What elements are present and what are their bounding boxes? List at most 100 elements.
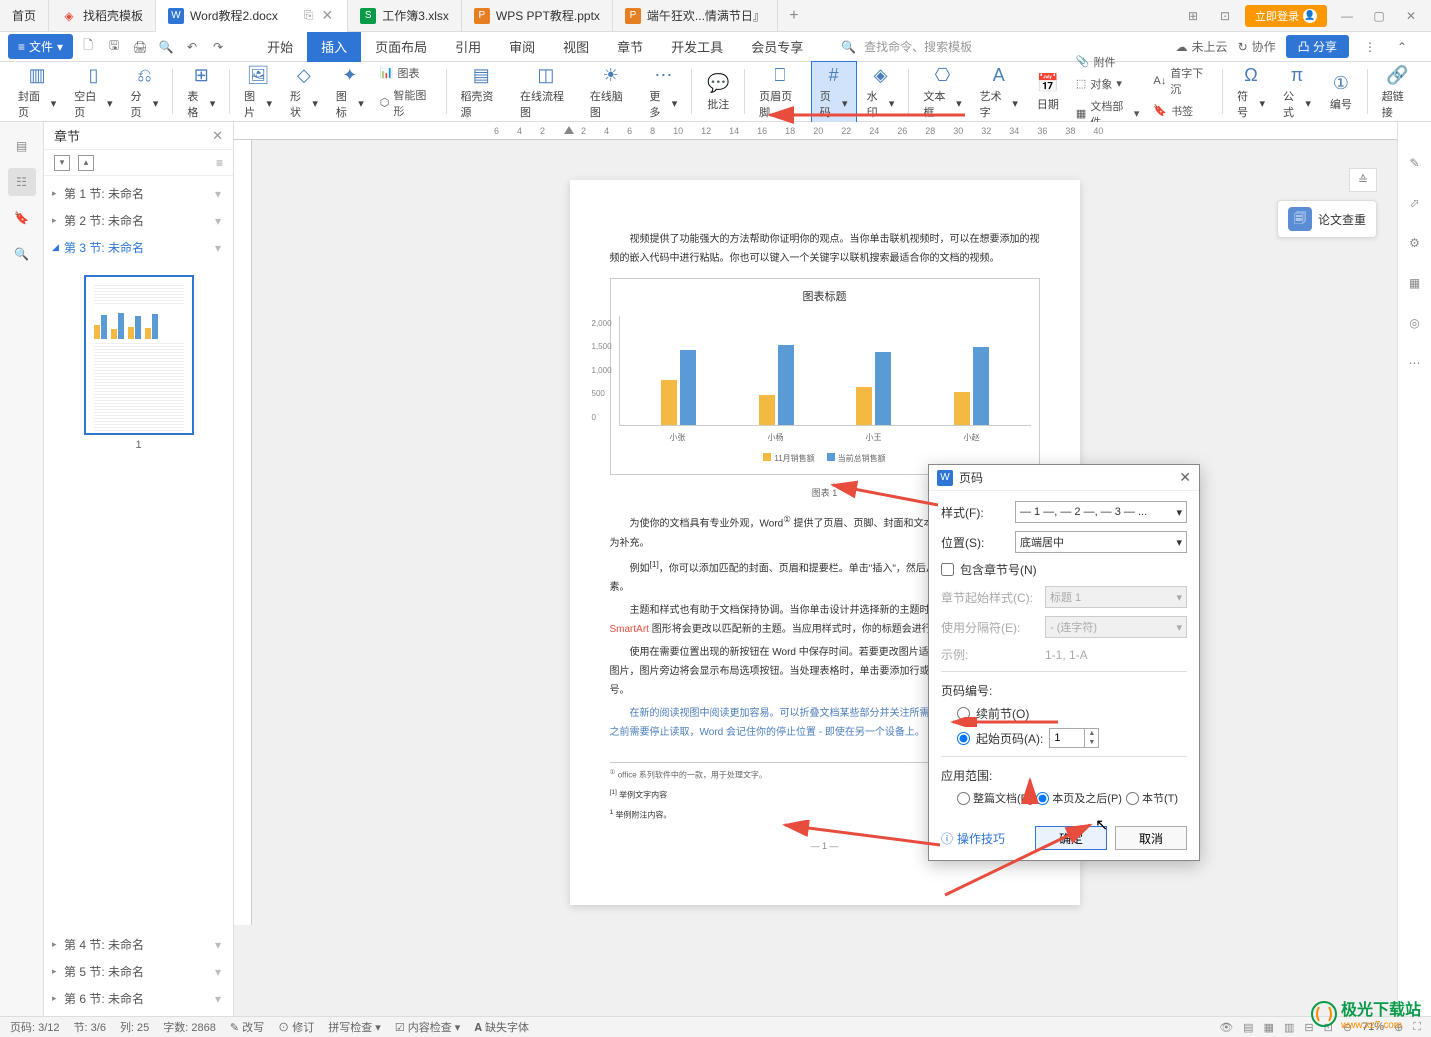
tab-xlsx[interactable]: S工作簿3.xlsx	[348, 0, 462, 32]
menu-dev[interactable]: 开发工具	[657, 32, 737, 62]
table-button[interactable]: ⊞表格▾	[179, 62, 223, 122]
view-web-icon[interactable]: ▦	[1264, 1021, 1274, 1034]
maximize-icon[interactable]: ▢	[1367, 4, 1391, 28]
tab-daoketemplate[interactable]: ◈找稻壳模板	[49, 0, 156, 32]
search-rail-icon[interactable]: 🔍	[8, 240, 36, 268]
tab-home[interactable]: 首页	[0, 0, 49, 32]
menu-review[interactable]: 审阅	[495, 32, 549, 62]
collapse-float-icon[interactable]: ≙	[1349, 168, 1377, 192]
ok-button[interactable]: 确定	[1035, 826, 1107, 850]
section-5[interactable]: ▸第 5 节: 未命名▾	[44, 958, 233, 985]
view-outline-icon[interactable]: ▥	[1284, 1021, 1294, 1034]
login-button[interactable]: 立即登录👤	[1245, 5, 1327, 27]
view-print-icon[interactable]: ▤	[1243, 1021, 1253, 1034]
close-window-icon[interactable]: ✕	[1399, 4, 1423, 28]
symbol-button[interactable]: Ω符号▾	[1229, 62, 1273, 122]
sidebar-menu-icon[interactable]: ≡	[216, 156, 223, 170]
wordart-button[interactable]: A艺术字▾	[972, 62, 1026, 122]
continue-radio[interactable]	[957, 707, 970, 720]
comment-button[interactable]: 💬批注	[698, 70, 738, 114]
minimize-icon[interactable]: —	[1335, 4, 1359, 28]
start-radio[interactable]	[957, 732, 970, 745]
chapter-icon[interactable]: ☷	[8, 168, 36, 196]
link-button[interactable]: 🔗超链接	[1374, 62, 1421, 122]
paper-check-button[interactable]: 🗐 论文查重	[1277, 200, 1377, 238]
daoke-button[interactable]: ▤稻壳资源	[452, 62, 510, 122]
collapse-all-icon[interactable]: ▴	[78, 155, 94, 171]
share-button[interactable]: 凸 分享	[1286, 35, 1349, 58]
icon-button[interactable]: ✦图标▾	[328, 62, 372, 122]
spin-up-icon[interactable]: ▲	[1085, 729, 1098, 738]
view-read-icon[interactable]: 👁	[1219, 1021, 1233, 1034]
num-button[interactable]: ①编号	[1321, 70, 1361, 114]
sb-page[interactable]: 页码: 3/12	[10, 1019, 60, 1035]
close-icon[interactable]: ✕	[319, 7, 335, 24]
thumbnail[interactable]: 1	[44, 265, 233, 461]
collapse-icon[interactable]: ⌃	[1391, 36, 1413, 58]
watermark-button[interactable]: ◈水印▾	[859, 62, 903, 122]
save-icon[interactable]: 🖫	[103, 36, 125, 58]
dialog-titlebar[interactable]: W 页码 ✕	[929, 465, 1199, 491]
break-button[interactable]: ⎌分页▾	[123, 62, 167, 122]
tab-pptx1[interactable]: PWPS PPT教程.pptx	[462, 0, 613, 32]
sb-words[interactable]: 字数: 2868	[163, 1019, 216, 1035]
more-icon[interactable]: ⋮	[1359, 36, 1381, 58]
pos-select[interactable]: 底端居中▾	[1015, 531, 1187, 553]
menu-layout[interactable]: 页面布局	[361, 32, 441, 62]
library-icon[interactable]: ▦	[1404, 272, 1426, 294]
section-3[interactable]: ◢第 3 节: 未命名▾	[44, 234, 233, 261]
mindmap-button[interactable]: ☀在线脑图	[582, 62, 640, 122]
print-icon[interactable]: 🖨	[129, 36, 151, 58]
sb-track[interactable]: ✎ 改写	[230, 1019, 264, 1035]
coop-button[interactable]: ↻ 协作	[1238, 38, 1276, 55]
tab-pptx2[interactable]: P端午狂欢...情满节日』	[613, 0, 778, 32]
search-input[interactable]: 🔍 查找命令、搜索模板	[841, 38, 972, 55]
menu-view[interactable]: 视图	[549, 32, 603, 62]
blank-button[interactable]: ▯空白页▾	[66, 62, 120, 122]
scope-after-radio[interactable]	[1036, 792, 1049, 805]
menu-member[interactable]: 会员专享	[737, 32, 817, 62]
chart-button[interactable]: 📊 图表	[374, 63, 440, 83]
tab-add[interactable]: +	[778, 7, 810, 25]
sidebar-close-icon[interactable]: ✕	[212, 128, 223, 144]
menu-chapter[interactable]: 章节	[603, 32, 657, 62]
formula-button[interactable]: π公式▾	[1275, 62, 1319, 122]
object-button[interactable]: ⬚ 对象▾	[1070, 74, 1145, 94]
help-link[interactable]: ⓘ 操作技巧	[941, 830, 1005, 847]
pic-button[interactable]: 🖼图片▾	[236, 62, 280, 122]
settings-icon[interactable]: ⚙	[1404, 232, 1426, 254]
smartart-button[interactable]: ⬡ 智能图形	[374, 85, 440, 121]
new-icon[interactable]: 🗋	[77, 36, 99, 58]
menu-ref[interactable]: 引用	[441, 32, 495, 62]
bookmark-rail-icon[interactable]: 🔖	[8, 204, 36, 232]
ruler-vertical[interactable]	[234, 140, 252, 925]
target-icon[interactable]: ◎	[1404, 312, 1426, 334]
section-4[interactable]: ▸第 4 节: 未命名▾	[44, 931, 233, 958]
date-button[interactable]: 📅日期	[1028, 70, 1068, 114]
pagenum-button[interactable]: #页码▾	[811, 61, 857, 123]
sb-content[interactable]: ☑ 内容检查 ▾	[395, 1019, 461, 1035]
flowchart-button[interactable]: ◫在线流程图	[512, 62, 580, 122]
attach-button[interactable]: 📎 附件	[1070, 52, 1145, 72]
scope-section-radio[interactable]	[1126, 792, 1139, 805]
edit-icon[interactable]: ✎	[1404, 152, 1426, 174]
dialog-close-icon[interactable]: ✕	[1179, 469, 1191, 486]
firstdrop-button[interactable]: A↓ 首字下沉	[1147, 63, 1216, 99]
redo-icon[interactable]: ↷	[207, 36, 229, 58]
sb-section[interactable]: 节: 3/6	[74, 1019, 106, 1035]
sb-font[interactable]: 𝐀 缺失字体	[474, 1019, 529, 1035]
bookmark-button[interactable]: 🔖 书签	[1147, 101, 1216, 121]
section-6[interactable]: ▸第 6 节: 未命名▾	[44, 985, 233, 1012]
textbox-button[interactable]: ⎔文本框▾	[915, 62, 969, 122]
start-input[interactable]	[1050, 732, 1084, 745]
cover-button[interactable]: ▥封面页▾	[10, 62, 64, 122]
more-rr-icon[interactable]: ⋯	[1404, 352, 1426, 374]
cloud-status[interactable]: ☁ 未上云	[1176, 38, 1228, 55]
shape-button[interactable]: ◇形状▾	[282, 62, 326, 122]
undo-icon[interactable]: ↶	[181, 36, 203, 58]
file-menu[interactable]: ≡ 文件 ▾	[8, 34, 73, 59]
sb-revise[interactable]: ⊙ 修订	[278, 1019, 314, 1035]
header-button[interactable]: ⎕页眉页脚	[751, 62, 809, 122]
sb-col[interactable]: 列: 25	[120, 1019, 149, 1035]
more-button[interactable]: ⋯更多▾	[641, 62, 685, 122]
